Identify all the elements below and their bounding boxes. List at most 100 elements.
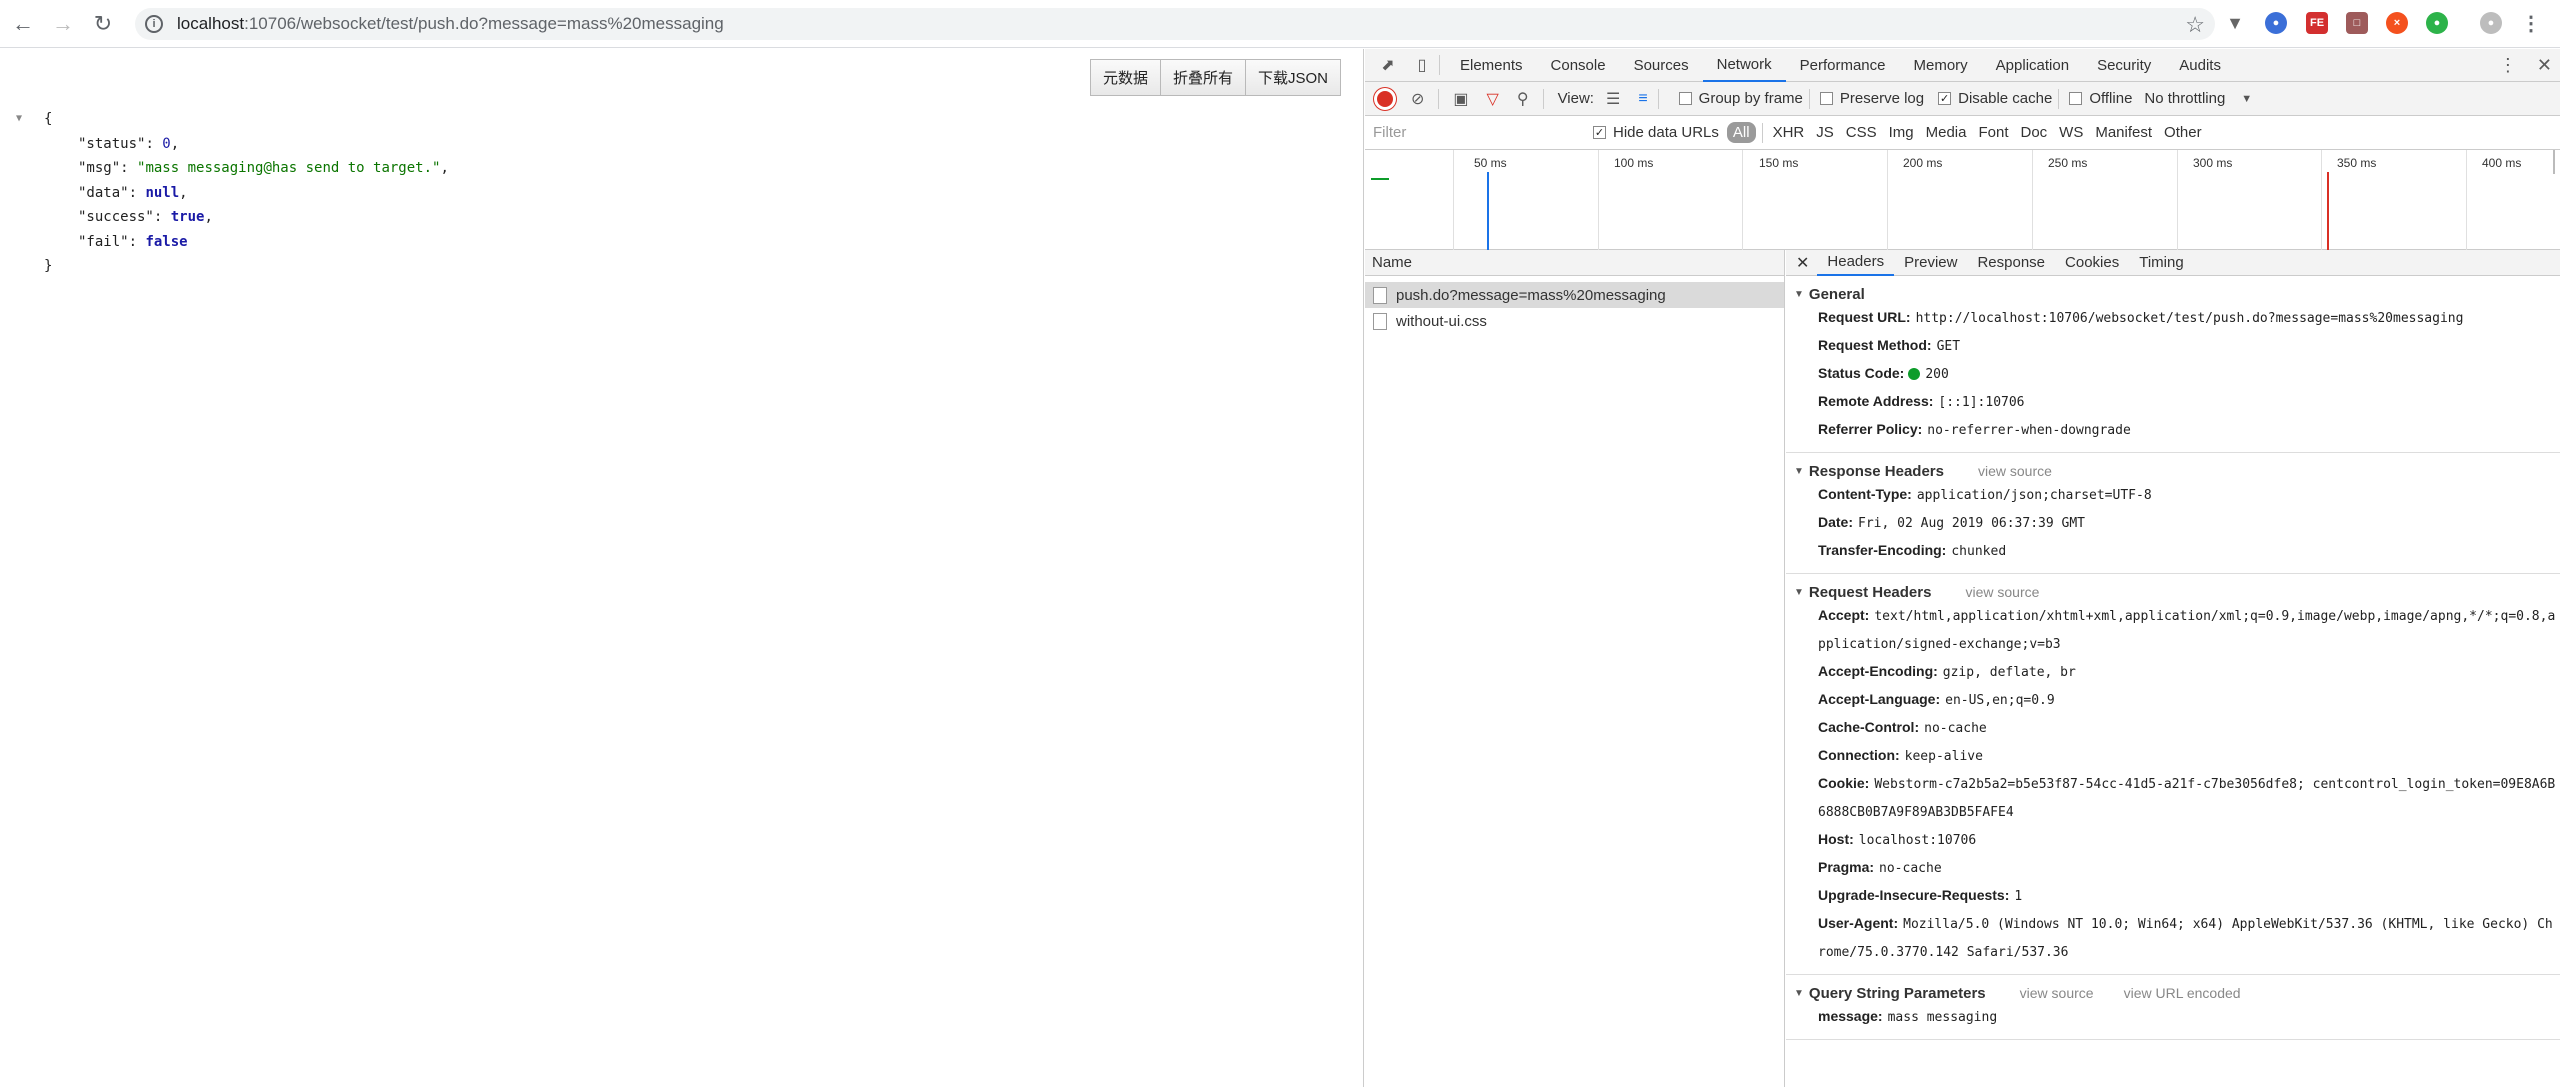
devtools-menu-icon[interactable]: ⋮: [2499, 55, 2517, 76]
capture-screenshots-icon[interactable]: ▣: [1453, 89, 1468, 109]
json-toolbar: 元数据 折叠所有 下载JSON: [1089, 59, 1341, 96]
timeline-tick-label: 50 ms: [1474, 156, 1507, 170]
evernote-icon[interactable]: ●: [2426, 12, 2448, 34]
filter-type-font[interactable]: Font: [1978, 124, 2008, 141]
tab-sources[interactable]: Sources: [1620, 49, 1703, 82]
hide-data-urls-checkbox[interactable]: ✓ Hide data URLs: [1593, 124, 1719, 141]
timeline-gridline: [2032, 150, 2033, 250]
response-headers-section: ▼ Response Headers view source Content-Typ…: [1786, 453, 2560, 574]
expand-triangle-icon: ▼: [1794, 288, 1804, 300]
filter-type-css[interactable]: CSS: [1846, 124, 1877, 141]
offline-checkbox[interactable]: Offline: [2069, 90, 2132, 107]
extension-x-icon[interactable]: ×: [2386, 12, 2408, 34]
view-source-link[interactable]: view source: [1978, 463, 2052, 479]
request-row[interactable]: without-ui.css: [1365, 308, 1784, 334]
reload-icon[interactable]: ↻: [86, 7, 120, 41]
filter-type-xhr[interactable]: XHR: [1773, 124, 1805, 141]
clear-icon[interactable]: ⊘: [1411, 89, 1424, 109]
filter-type-all[interactable]: All: [1726, 122, 1756, 143]
timeline-gridline: [1887, 150, 1888, 250]
request-list: Name push.do?message=mass%20messaging wi…: [1365, 250, 1785, 1087]
collapse-toggle-icon[interactable]: ▼: [16, 107, 22, 132]
divider: [1438, 88, 1440, 109]
forward-icon[interactable]: →: [46, 7, 80, 41]
header-row: Remote Address: [::1]:10706: [1818, 393, 2025, 410]
extension-hex-icon[interactable]: ●: [2265, 12, 2287, 34]
tab-headers[interactable]: Headers: [1817, 250, 1895, 276]
divider: [1761, 122, 1763, 143]
filter-type-ws[interactable]: WS: [2059, 124, 2083, 141]
load-event-marker: [2327, 172, 2329, 250]
network-overview-timeline[interactable]: 50 ms 100 ms 150 ms 200 ms 250 ms 300 ms…: [1365, 150, 2560, 250]
raw-data-button[interactable]: 元数据: [1089, 59, 1161, 96]
filter-input[interactable]: Filter: [1373, 124, 1583, 141]
expand-triangle-icon: ▼: [1794, 987, 1804, 999]
filter-type-doc[interactable]: Doc: [2020, 124, 2047, 141]
disable-cache-checkbox[interactable]: ✓ Disable cache: [1938, 90, 2052, 107]
tab-cookies[interactable]: Cookies: [2055, 250, 2129, 276]
timeline-resize-handle[interactable]: [2553, 150, 2555, 174]
timeline-gridline: [1453, 150, 1454, 250]
record-icon[interactable]: [1377, 90, 1393, 107]
throttling-select[interactable]: No throttling: [2144, 90, 2225, 107]
extension-fe-icon[interactable]: FE: [2306, 12, 2328, 34]
tab-timing[interactable]: Timing: [2129, 250, 2193, 276]
device-toolbar-icon[interactable]: ▯: [1411, 54, 1433, 76]
header-row: message: mass messaging: [1818, 1008, 1998, 1025]
large-rows-icon[interactable]: ☰: [1606, 89, 1620, 109]
download-json-button[interactable]: 下载JSON: [1245, 59, 1341, 96]
header-row: Connection: keep-alive: [1818, 747, 1983, 764]
tab-network[interactable]: Network: [1702, 49, 1786, 82]
profile-avatar-icon[interactable]: ●: [2480, 12, 2502, 34]
tab-elements[interactable]: Elements: [1446, 49, 1537, 82]
more-menu-icon[interactable]: ⋮: [2520, 12, 2542, 35]
search-icon[interactable]: ⚲: [1517, 89, 1529, 109]
divider: [1657, 88, 1659, 109]
info-icon[interactable]: i: [145, 15, 163, 33]
filter-type-other[interactable]: Other: [2164, 124, 2202, 141]
chevron-down-icon[interactable]: ▼: [2241, 93, 2252, 105]
extension-pdf-icon[interactable]: □: [2346, 12, 2368, 34]
domcontentloaded-marker: [1487, 172, 1489, 250]
close-icon[interactable]: ✕: [1796, 253, 1809, 273]
group-by-frame-checkbox[interactable]: Group by frame: [1678, 90, 1803, 107]
request-row[interactable]: push.do?message=mass%20messaging: [1365, 282, 1784, 308]
filter-icon[interactable]: ▽: [1487, 89, 1499, 109]
column-header-name[interactable]: Name: [1365, 250, 1784, 276]
filter-type-img[interactable]: Img: [1889, 124, 1914, 141]
header-row: Cache-Control: no-cache: [1818, 719, 1987, 736]
tab-security[interactable]: Security: [2083, 49, 2165, 82]
address-bar[interactable]: i localhost:10706/websocket/test/push.do…: [135, 8, 2215, 40]
header-row: Pragma: no-cache: [1818, 859, 1942, 876]
tab-preview[interactable]: Preview: [1894, 250, 1967, 276]
section-header[interactable]: ▼ Request Headers view source: [1794, 582, 2560, 602]
section-header[interactable]: ▼ Query String Parameters view source view …: [1794, 983, 2560, 1003]
tab-audits[interactable]: Audits: [2165, 49, 2235, 82]
view-source-link[interactable]: view source: [1965, 584, 2039, 600]
filter-type-media[interactable]: Media: [1926, 124, 1967, 141]
collapse-all-button[interactable]: 折叠所有: [1160, 59, 1246, 96]
tab-memory[interactable]: Memory: [1900, 49, 1982, 82]
tab-performance[interactable]: Performance: [1786, 49, 1900, 82]
tab-application[interactable]: Application: [1982, 49, 2083, 82]
section-header[interactable]: ▼ Response Headers view source: [1794, 461, 2560, 481]
tab-response[interactable]: Response: [1967, 250, 2055, 276]
preserve-log-checkbox[interactable]: Preserve log: [1819, 90, 1924, 107]
bookmark-star-icon[interactable]: ☆: [2185, 12, 2205, 38]
waterfall-icon[interactable]: ≡: [1638, 90, 1647, 108]
devtools-tabbar: ⬈ ▯ Elements Console Sources Network Per…: [1365, 49, 2560, 82]
divider: [2058, 88, 2060, 109]
section-header[interactable]: ▼ General: [1794, 284, 2560, 304]
filter-type-js[interactable]: JS: [1816, 124, 1834, 141]
url-text[interactable]: localhost:10706/websocket/test/push.do?m…: [177, 14, 724, 34]
back-icon[interactable]: ←: [6, 7, 40, 41]
view-source-link[interactable]: view source: [2020, 985, 2094, 1001]
vue-extension-icon[interactable]: ▼: [2224, 12, 2246, 34]
devtools-close-icon[interactable]: ✕: [2537, 55, 2552, 76]
inspect-element-icon[interactable]: ⬈: [1377, 54, 1399, 76]
filter-type-manifest[interactable]: Manifest: [2095, 124, 2152, 141]
expand-triangle-icon: ▼: [1794, 465, 1804, 477]
header-row: Accept: text/html,application/xhtml+xml,a…: [1818, 607, 2556, 652]
view-url-encoded-link[interactable]: view URL encoded: [2124, 985, 2241, 1001]
tab-console[interactable]: Console: [1537, 49, 1620, 82]
